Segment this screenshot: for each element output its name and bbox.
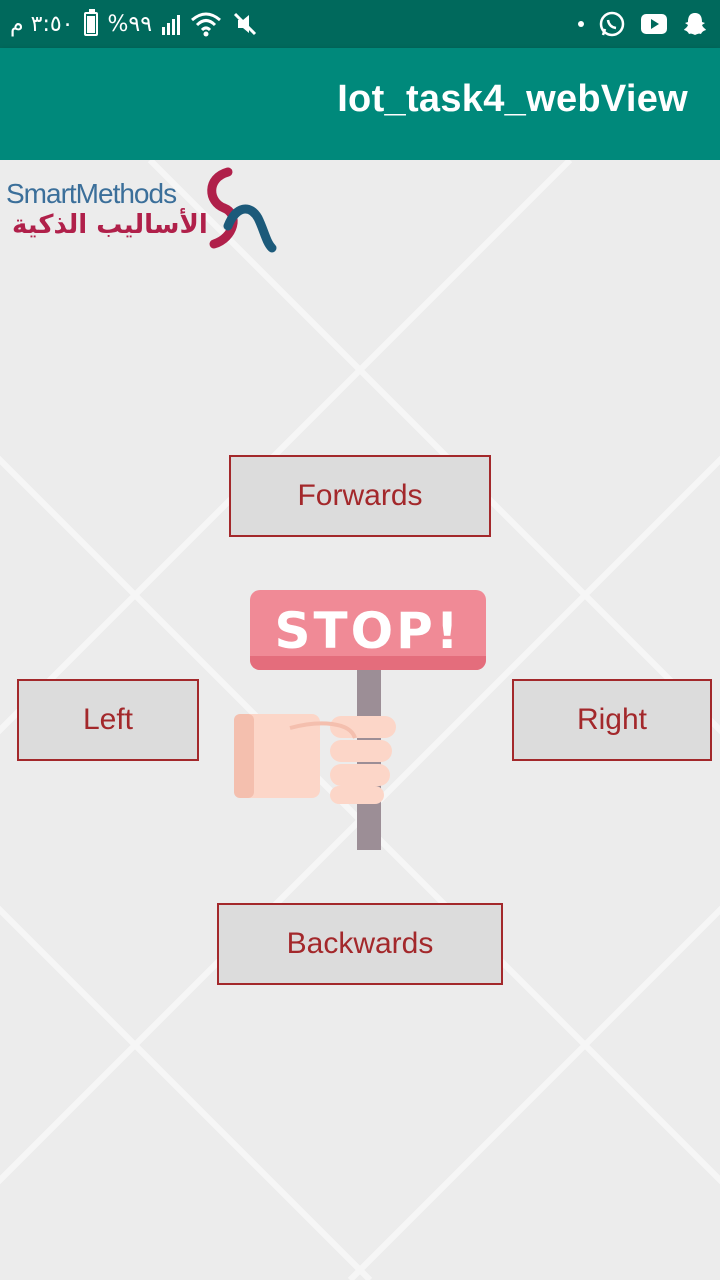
right-button[interactable]: Right (512, 679, 712, 761)
mute-icon (233, 12, 257, 36)
dot-icon (578, 21, 584, 27)
clock: ٣:٥٠ م (10, 11, 74, 37)
logo-swirl-icon (207, 167, 277, 253)
left-button[interactable]: Left (17, 679, 199, 761)
logo-arabic-text: الأساليب الذكية (12, 210, 208, 240)
wifi-icon (191, 12, 222, 37)
backwards-button[interactable]: Backwards (217, 903, 503, 985)
battery-percent: %٩٩ (107, 11, 153, 37)
app-toolbar: Iot_task4_webView (0, 48, 720, 160)
battery-icon (83, 9, 98, 36)
app-title: Iot_task4_webView (337, 78, 688, 120)
status-bar: ٣:٥٠ م %٩٩ (0, 0, 720, 48)
stop-button[interactable]: STOP! (230, 588, 490, 852)
youtube-icon (641, 14, 667, 34)
stop-label: STOP! (274, 602, 462, 660)
logo-english-text: SmartMethods (6, 178, 177, 209)
webview-content: SmartMethods الأساليب الذكية Forwards Le… (0, 160, 720, 1280)
hand-icon (234, 714, 396, 804)
signal-icon (162, 13, 181, 35)
forwards-button[interactable]: Forwards (229, 455, 491, 537)
smartmethods-logo: SmartMethods الأساليب الذكية (6, 166, 277, 260)
whatsapp-icon (599, 11, 625, 37)
snapchat-icon (684, 13, 706, 35)
status-left: ٣:٥٠ م %٩٩ (10, 0, 258, 48)
status-right (578, 0, 708, 48)
